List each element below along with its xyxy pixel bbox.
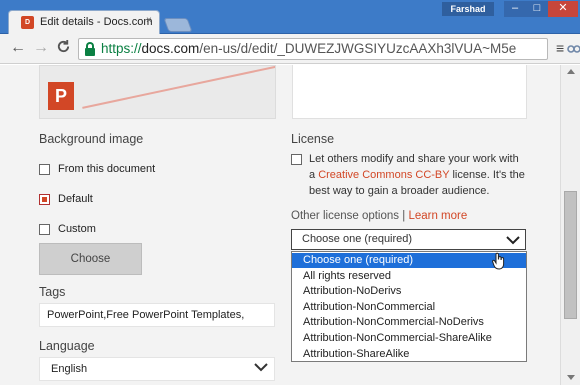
- back-arrow-icon[interactable]: ←: [10, 39, 26, 57]
- default-checkbox[interactable]: [39, 194, 50, 205]
- tags-input[interactable]: PowerPoint,Free PowerPoint Templates,: [39, 303, 275, 327]
- tags-label: Tags: [39, 285, 66, 299]
- new-tab-button[interactable]: [163, 18, 193, 32]
- other-license-row: Other license options | Learn more: [291, 210, 467, 222]
- background-image-label: Background image: [39, 132, 144, 146]
- forward-arrow-icon[interactable]: →: [33, 39, 49, 57]
- reload-icon[interactable]: [56, 39, 71, 59]
- description-textarea[interactable]: [292, 65, 527, 119]
- choose-button[interactable]: Choose: [39, 243, 142, 275]
- license-text-line3: best way to gain a broader audience.: [309, 185, 490, 197]
- chevron-down-icon[interactable]: [506, 235, 520, 245]
- custom-checkbox[interactable]: [39, 224, 50, 235]
- browser-tab[interactable]: D Edit details - Docs.com ×: [8, 10, 160, 34]
- dropdown-option[interactable]: All rights reserved: [292, 269, 526, 284]
- dropdown-option[interactable]: Attribution-NonCommercial-NoDerivs: [292, 315, 526, 330]
- maximize-button[interactable]: □: [526, 1, 548, 17]
- dropdown-option[interactable]: Attribution-NonCommercial-ShareAlike: [292, 331, 526, 346]
- dropdown-option[interactable]: Attribution-NoDerivs: [292, 284, 526, 299]
- lock-icon: [85, 42, 95, 56]
- license-text-prefix: a: [309, 169, 319, 181]
- license-select[interactable]: Choose one (required): [291, 229, 526, 250]
- separator: |: [402, 210, 406, 222]
- license-text-line1: Let others modify and share your work wi…: [309, 153, 519, 165]
- tab-close-icon[interactable]: ×: [146, 15, 152, 26]
- document-thumbnail: P: [39, 65, 276, 119]
- hand-cursor-icon: [492, 252, 505, 270]
- scrollbar-thumb[interactable]: [564, 191, 577, 319]
- window-close-button[interactable]: ✕: [548, 1, 578, 17]
- default-label: Default: [58, 193, 93, 205]
- other-license-label: Other license options: [291, 210, 400, 222]
- language-label: Language: [39, 339, 95, 353]
- address-bar[interactable]: https://docs.com/en-us/d/edit/_DUWEZJWGS…: [78, 38, 580, 60]
- extension-icon[interactable]: [567, 43, 580, 58]
- browser-titlebar: D Edit details - Docs.com × Farshad – □ …: [0, 0, 580, 34]
- license-text-line2: a Creative Commons CC-BY license. It's t…: [309, 169, 525, 181]
- dropdown-option[interactable]: Attribution-NonCommercial: [292, 300, 526, 315]
- scroll-up-arrow-icon[interactable]: [567, 69, 575, 74]
- dropdown-option[interactable]: Choose one (required): [292, 253, 526, 268]
- powerpoint-icon: P: [48, 82, 74, 110]
- license-text-suffix: license. It's the: [449, 169, 525, 181]
- tab-title: Edit details - Docs.com: [40, 16, 153, 28]
- browser-menu-icon[interactable]: ≡: [556, 40, 564, 56]
- language-select[interactable]: English: [39, 357, 275, 381]
- custom-label: Custom: [58, 223, 96, 235]
- docs-com-icon: D: [21, 16, 34, 29]
- url-host: docs.com: [141, 41, 200, 56]
- scrollbar[interactable]: [560, 65, 580, 385]
- creative-commons-link[interactable]: Creative Commons CC-BY: [318, 169, 449, 181]
- chevron-down-icon[interactable]: [254, 362, 268, 372]
- url-path: /en-us/d/edit/_DUWEZJWGSIYUzcAAXh3lVUA~M…: [199, 41, 517, 56]
- url-text[interactable]: https://docs.com/en-us/d/edit/_DUWEZJWGS…: [101, 41, 516, 56]
- dropdown-option[interactable]: Attribution-ShareAlike: [292, 347, 526, 362]
- minimize-button[interactable]: –: [504, 1, 526, 17]
- license-label: License: [291, 132, 335, 146]
- navigation-bar: ← → https://docs.com/en-us/d/edit/_DUWEZ…: [0, 34, 580, 64]
- user-profile-badge[interactable]: Farshad: [442, 2, 494, 16]
- cc-by-checkbox[interactable]: [291, 154, 302, 165]
- from-document-checkbox[interactable]: [39, 164, 50, 175]
- learn-more-link[interactable]: Learn more: [408, 210, 467, 222]
- scroll-down-arrow-icon[interactable]: [567, 375, 575, 380]
- url-scheme: https://: [101, 41, 142, 56]
- from-document-label: From this document: [58, 163, 156, 175]
